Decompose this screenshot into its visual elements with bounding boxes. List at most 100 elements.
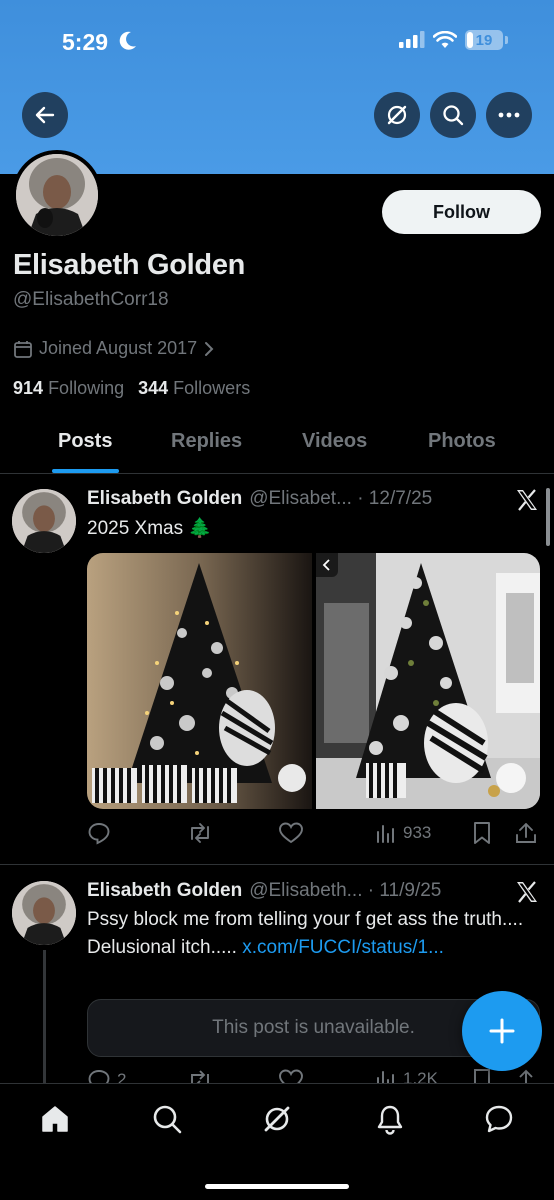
joined-text: Joined August 2017 — [39, 338, 198, 358]
joined-date[interactable]: Joined August 2017 — [13, 338, 215, 359]
post-text: Pssy block me from telling your f get as… — [87, 906, 542, 962]
share-button[interactable] — [515, 1068, 537, 1083]
repost-icon — [191, 1070, 209, 1083]
reply-button[interactable] — [87, 821, 111, 845]
profile-name: Elisabeth Golden — [13, 249, 246, 281]
following-count: 914 — [13, 378, 44, 398]
back-button[interactable] — [22, 92, 68, 138]
nav-messages[interactable] — [482, 1102, 516, 1136]
post-header: Elisabeth Golden @Elisabet... · 12/7/25 — [87, 488, 432, 510]
post-actions: 2 1.2K — [87, 1068, 542, 1083]
signal-icon — [399, 31, 425, 48]
plus-icon — [489, 1018, 515, 1044]
followers-count: 344 — [138, 378, 169, 398]
bookmark-button[interactable] — [472, 821, 492, 845]
chevron-right-icon — [205, 341, 214, 356]
search-icon — [153, 1105, 182, 1134]
followers-label: Followers — [173, 378, 251, 398]
home-indicator — [205, 1184, 349, 1189]
nav-notifications[interactable] — [373, 1102, 407, 1136]
profile-handle: @ElisabethCorr18 — [13, 289, 169, 310]
reply-count: 2 — [117, 1070, 127, 1083]
wifi-icon — [433, 31, 457, 48]
bookmark-button[interactable] — [472, 1068, 492, 1083]
chevron-left-icon — [322, 559, 330, 571]
reply-icon — [88, 823, 110, 845]
scrollbar[interactable] — [546, 488, 550, 546]
bell-icon — [377, 1105, 403, 1135]
views-count: 1.2K — [403, 1069, 438, 1083]
status-indicators: 19 — [399, 30, 508, 50]
status-time: 5:29 — [62, 29, 109, 55]
profile-tabs: Posts Replies Videos Photos — [0, 414, 554, 474]
moon-icon — [119, 31, 136, 50]
profile-banner — [0, 0, 554, 174]
bottom-navigation — [0, 1083, 554, 1200]
heart-icon — [279, 822, 303, 844]
share-icon — [516, 823, 536, 843]
battery-level: 19 — [475, 31, 493, 49]
nav-search[interactable] — [150, 1102, 184, 1136]
nav-home[interactable] — [38, 1102, 72, 1136]
post-link[interactable]: x.com/FUCCI/status/1... — [242, 937, 444, 958]
tab-videos[interactable]: Videos — [302, 430, 367, 453]
post-author-name[interactable]: Elisabeth Golden — [87, 880, 242, 902]
more-button[interactable] — [486, 92, 532, 138]
views-button[interactable]: 1.2K — [375, 1068, 438, 1083]
repost-button[interactable] — [187, 1068, 213, 1083]
reply-button[interactable]: 2 — [87, 1068, 126, 1083]
share-button[interactable] — [515, 821, 537, 845]
repost-icon — [191, 823, 209, 843]
follow-button[interactable]: Follow — [382, 190, 541, 234]
avatar-image — [16, 154, 98, 236]
following-label: Following — [48, 378, 125, 398]
nav-grok[interactable] — [260, 1102, 294, 1136]
post-text: 2025 Xmas 🌲 — [87, 518, 213, 539]
home-icon — [42, 1106, 68, 1132]
media-prev-button[interactable] — [315, 553, 338, 577]
tab-replies[interactable]: Replies — [171, 430, 242, 453]
heart-icon — [279, 1069, 303, 1083]
reply-icon — [88, 1070, 110, 1083]
tab-photos[interactable]: Photos — [428, 430, 496, 453]
followers-link[interactable]: 344 Followers — [138, 378, 250, 399]
search-button[interactable] — [430, 92, 476, 138]
post-handle-date: @Elisabeth... · 11/9/25 — [249, 880, 442, 901]
like-button[interactable] — [278, 821, 304, 845]
arrow-left-icon — [35, 106, 55, 124]
chat-icon — [485, 1105, 513, 1133]
following-link[interactable]: 914 Following — [13, 378, 124, 399]
views-button[interactable]: 933 — [375, 822, 431, 844]
repost-button[interactable] — [187, 821, 213, 845]
grok-icon — [387, 105, 407, 125]
grok-icon — [264, 1106, 290, 1132]
media-image-left[interactable] — [87, 553, 312, 809]
follow-counts: 914 Following 344 Followers — [13, 378, 250, 399]
post-media[interactable] — [87, 553, 540, 809]
post-divider — [0, 864, 554, 865]
x-logo-icon — [517, 881, 537, 903]
calendar-icon — [14, 340, 32, 358]
post-author-name[interactable]: Elisabeth Golden — [87, 488, 242, 510]
grok-button[interactable] — [374, 92, 420, 138]
post-actions: 933 — [87, 820, 542, 846]
like-button[interactable] — [278, 1068, 304, 1083]
compose-button[interactable] — [462, 991, 542, 1071]
views-icon — [377, 1071, 394, 1083]
bookmark-icon — [474, 822, 490, 844]
post-header: Elisabeth Golden @Elisabeth... · 11/9/25 — [87, 880, 441, 902]
x-logo-icon — [517, 489, 537, 511]
share-icon — [519, 1069, 533, 1083]
search-icon — [443, 105, 464, 126]
active-tab-indicator — [52, 469, 119, 473]
post-handle-date: @Elisabet... · 12/7/25 — [249, 488, 433, 509]
tab-posts[interactable]: Posts — [58, 430, 112, 453]
battery-indicator: 19 — [465, 30, 503, 50]
media-image-right[interactable] — [315, 553, 540, 809]
bookmark-icon — [474, 1069, 490, 1083]
profile-avatar[interactable] — [12, 150, 102, 240]
more-icon — [498, 112, 520, 118]
views-count: 933 — [403, 823, 432, 842]
post-avatar[interactable] — [12, 489, 76, 553]
post-avatar[interactable] — [12, 881, 76, 945]
